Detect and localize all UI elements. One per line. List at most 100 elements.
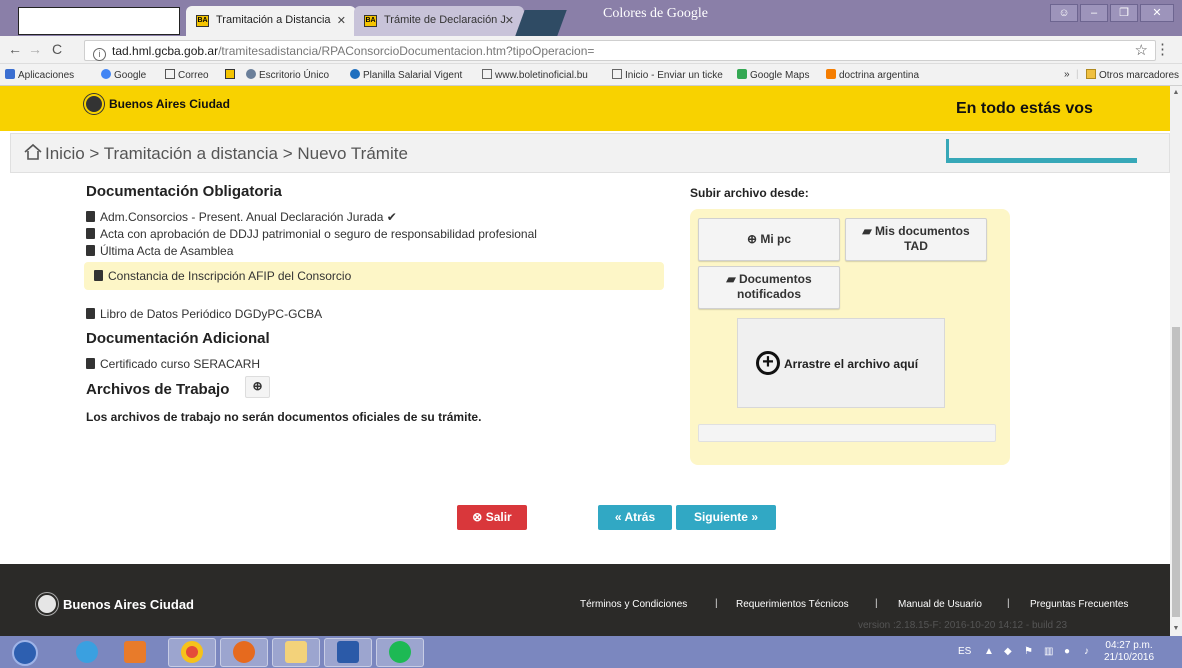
bookmarks-bar: Aplicaciones Google Correo Escritorio Ún… bbox=[0, 64, 1182, 86]
breadcrumb-tramitacion[interactable]: Tramitación a distancia bbox=[104, 144, 278, 163]
salir-button[interactable]: ⊗ Salir bbox=[457, 505, 527, 530]
folder-icon bbox=[1086, 69, 1096, 79]
word-icon bbox=[337, 641, 359, 663]
system-clock[interactable]: 04:27 p.m. 21/10/2016 bbox=[1104, 640, 1154, 664]
windows-start-icon[interactable] bbox=[12, 640, 38, 666]
bookmark-aplicaciones[interactable]: Aplicaciones bbox=[5, 69, 74, 81]
add-archivo-trabajo-button[interactable]: ⊕ bbox=[245, 376, 270, 398]
bookmarks-divider: | bbox=[1076, 69, 1079, 80]
bookmark-ba[interactable] bbox=[225, 69, 238, 81]
footer-version: version :2.18.15-F: 2016-10-20 14:12 - b… bbox=[858, 620, 1068, 631]
page-icon bbox=[482, 69, 492, 79]
maps-icon bbox=[737, 69, 747, 79]
volume-icon[interactable]: ♪ bbox=[1084, 646, 1089, 657]
breadcrumb: Inicio > Tramitación a distancia > Nuevo… bbox=[45, 144, 408, 164]
header-logo-text[interactable]: Buenos Aires Ciudad bbox=[109, 97, 230, 111]
upload-label: Subir archivo desde: bbox=[690, 186, 809, 200]
menu-kebab-icon[interactable]: ⋮ bbox=[1155, 40, 1170, 58]
mi-pc-button[interactable]: ⊕ Mi pc bbox=[698, 218, 840, 261]
tray-network-icon[interactable]: ▥ bbox=[1044, 646, 1053, 657]
planilla-icon bbox=[350, 69, 360, 79]
scroll-up-icon[interactable]: ▲ bbox=[1170, 89, 1182, 96]
bookmark-doctrina[interactable]: doctrina argentina bbox=[826, 69, 919, 81]
bookmark-correo[interactable]: Correo bbox=[165, 69, 209, 81]
ba-shield-icon bbox=[84, 94, 104, 114]
folder-icon bbox=[285, 641, 307, 663]
language-indicator[interactable]: ES bbox=[958, 646, 971, 657]
close-circle-icon: ⊗ bbox=[472, 510, 483, 524]
doc-item[interactable]: Certificado curso SERACARH bbox=[86, 357, 260, 371]
tray-expand-icon[interactable]: ▲ bbox=[984, 646, 994, 657]
close-tab-icon[interactable]: ✕ bbox=[337, 14, 346, 27]
bookmarks-overflow-icon[interactable]: » bbox=[1064, 69, 1070, 80]
dropzone-text: Arrastre el archivo aquí bbox=[784, 357, 919, 371]
bookmark-ticket[interactable]: Inicio - Enviar un ticke bbox=[612, 69, 723, 81]
close-window-icon[interactable]: ✕ bbox=[1140, 4, 1174, 22]
bookmark-maps[interactable]: Google Maps bbox=[737, 69, 809, 81]
user-icon[interactable]: ☺ bbox=[1050, 4, 1078, 22]
footer-link-terminos[interactable]: Términos y Condiciones bbox=[580, 599, 687, 610]
doc-item[interactable]: Libro de Datos Periódico DGDyPC-GCBA bbox=[86, 307, 322, 321]
scroll-down-icon[interactable]: ▼ bbox=[1170, 625, 1182, 632]
footer-link-preguntas[interactable]: Preguntas Frecuentes bbox=[1030, 599, 1128, 610]
obligatoria-title: Documentación Obligatoria bbox=[86, 183, 282, 200]
home-icon[interactable] bbox=[24, 143, 42, 161]
forward-arrow-icon[interactable]: → bbox=[28, 41, 42, 57]
internet-explorer-icon[interactable] bbox=[76, 641, 98, 663]
footer-logo-text[interactable]: Buenos Aires Ciudad bbox=[63, 597, 194, 612]
doc-item[interactable]: Acta con aprobación de DDJJ patrimonial … bbox=[86, 227, 537, 241]
header-slogan: En todo estás vos bbox=[956, 100, 1093, 117]
doc-item[interactable]: Constancia de Inscripción AFIP del Conso… bbox=[94, 269, 351, 283]
footer-link-requerimientos[interactable]: Requerimientos Técnicos bbox=[736, 599, 849, 610]
documentos-notificados-button[interactable]: ▰ Documentos notificados bbox=[698, 266, 840, 309]
url-input[interactable]: i tad.hml.gcba.gob.ar/tramitesadistancia/… bbox=[84, 40, 1156, 61]
ba-favicon-icon: BA bbox=[196, 15, 209, 27]
doc-item[interactable]: Adm.Consorcios - Present. Anual Declarac… bbox=[86, 210, 397, 224]
breadcrumb-home[interactable]: Inicio bbox=[45, 144, 85, 163]
bookmark-star-icon[interactable]: ☆ bbox=[1135, 41, 1148, 59]
file-icon bbox=[86, 358, 95, 369]
clock-time: 04:27 p.m. bbox=[1105, 640, 1153, 651]
blogger-icon bbox=[826, 69, 836, 79]
bookmark-otros[interactable]: Otros marcadores bbox=[1086, 69, 1179, 81]
escritorio-icon bbox=[246, 69, 256, 79]
bookmark-escritorio[interactable]: Escritorio Único bbox=[246, 69, 329, 81]
tab-tramitacion[interactable]: BA Tramitación a Distancia ✕ bbox=[186, 6, 356, 36]
mis-documentos-button[interactable]: ▰ Mis documentos TAD bbox=[845, 218, 987, 261]
bookmark-google[interactable]: Google bbox=[101, 69, 146, 81]
close-tab-icon[interactable]: ✕ bbox=[505, 14, 514, 27]
footer-separator: | bbox=[715, 598, 718, 609]
double-chevron-left-icon: « bbox=[614, 510, 622, 524]
back-arrow-icon[interactable]: ← bbox=[8, 41, 22, 57]
doc-item[interactable]: Última Acta de Asamblea bbox=[86, 244, 233, 258]
ba-favicon-icon: BA bbox=[364, 15, 377, 27]
redacted-box bbox=[18, 7, 180, 35]
tray-app-icon[interactable]: ● bbox=[1064, 646, 1070, 657]
bookmark-planilla[interactable]: Planilla Salarial Vigent bbox=[350, 69, 462, 81]
tab-tramite-declaracion[interactable]: BA Trámite de Declaración J ✕ bbox=[354, 6, 524, 36]
firefox-icon bbox=[233, 641, 255, 663]
reload-icon[interactable]: C bbox=[52, 41, 62, 57]
scrollbar-thumb[interactable] bbox=[1172, 327, 1180, 617]
apps-grid-icon bbox=[5, 69, 15, 79]
tray-antivirus-icon[interactable]: ◆ bbox=[1004, 646, 1012, 657]
mail-icon bbox=[165, 69, 175, 79]
folder-open-icon: ▰ bbox=[862, 224, 872, 238]
file-icon bbox=[86, 308, 95, 319]
info-icon[interactable]: i bbox=[93, 48, 106, 61]
url-host: tad.hml.gcba.gob.ar bbox=[112, 44, 219, 58]
google-icon bbox=[101, 69, 111, 79]
tray-flag-icon[interactable]: ⚑ bbox=[1024, 646, 1033, 657]
file-icon bbox=[86, 211, 95, 222]
atras-button[interactable]: « Atrás bbox=[598, 505, 672, 530]
maximize-icon[interactable]: ❐ bbox=[1110, 4, 1138, 22]
outlook-icon[interactable] bbox=[124, 641, 146, 663]
search-box-underline[interactable] bbox=[946, 158, 1137, 163]
footer-link-manual[interactable]: Manual de Usuario bbox=[898, 599, 982, 610]
file-icon bbox=[94, 270, 103, 281]
siguiente-button[interactable]: Siguiente » bbox=[676, 505, 776, 530]
breadcrumb-sep: > bbox=[89, 144, 100, 163]
minimize-icon[interactable]: – bbox=[1080, 4, 1108, 22]
spotify-icon bbox=[389, 641, 411, 663]
bookmark-boletin[interactable]: www.boletinoficial.bu bbox=[482, 69, 588, 81]
